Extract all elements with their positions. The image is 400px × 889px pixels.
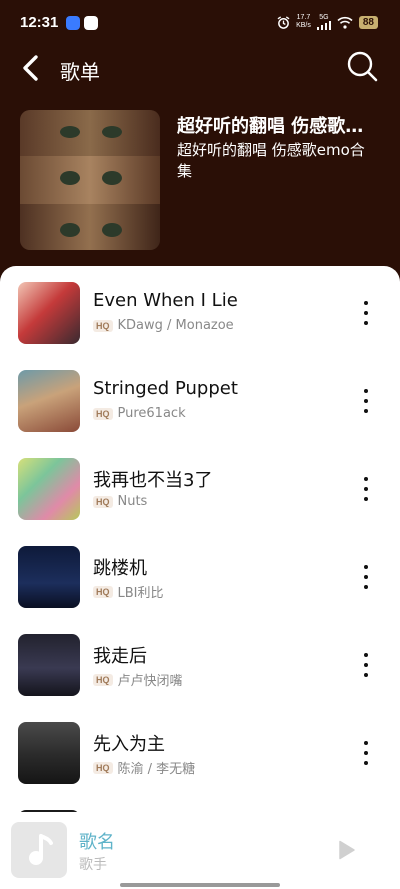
status-bar: 12:31 17.7 KB/s 5G 88 bbox=[0, 0, 400, 44]
network-type: 5G bbox=[319, 14, 329, 21]
music-note-icon bbox=[29, 834, 53, 865]
status-right: 17.7 KB/s 5G 88 bbox=[277, 14, 378, 30]
song-title: 我走后 bbox=[93, 646, 147, 667]
more-options-button[interactable] bbox=[354, 386, 378, 416]
song-row[interactable]: 跳楼机 HQ LBI利比 bbox=[0, 546, 400, 626]
song-meta: HQ Pure61ack bbox=[93, 406, 186, 421]
playlist-title: 超好听的翻唱 伤感歌… bbox=[177, 116, 364, 137]
playlist-description: 超好听的翻唱 伤感歌emo合集 bbox=[177, 141, 365, 180]
search-icon bbox=[347, 51, 378, 82]
hq-badge: HQ bbox=[93, 407, 113, 420]
song-artist: KDawg / Monazoe bbox=[117, 318, 234, 333]
search-button[interactable] bbox=[344, 48, 380, 84]
back-arrow-icon bbox=[23, 55, 38, 81]
song-artist: Pure61ack bbox=[117, 406, 186, 421]
song-artist: Nuts bbox=[117, 494, 148, 509]
header: 歌单 bbox=[0, 44, 400, 92]
wifi-icon bbox=[337, 16, 353, 29]
song-row[interactable]: 我走后 HQ 卢卢快闭嘴 bbox=[0, 634, 400, 714]
signal-icon bbox=[316, 21, 331, 30]
song-cover-art bbox=[18, 370, 80, 432]
mini-player-art bbox=[11, 822, 67, 878]
battery-indicator: 88 bbox=[358, 15, 378, 29]
mini-player[interactable]: 歌名 歌手 bbox=[0, 812, 400, 889]
song-cover-art bbox=[18, 634, 80, 696]
song-row[interactable]: 先入为主 HQ 陈渝 / 李无糖 bbox=[0, 722, 400, 802]
more-options-button[interactable] bbox=[354, 474, 378, 504]
song-artist: 卢卢快闭嘴 bbox=[117, 674, 183, 689]
hq-badge: HQ bbox=[93, 319, 113, 332]
song-title: Even When I Lie bbox=[93, 290, 238, 311]
song-artist: 陈渝 / 李无糖 bbox=[117, 762, 196, 777]
song-title: 跳楼机 bbox=[93, 558, 147, 579]
mini-player-artist: 歌手 bbox=[79, 857, 107, 873]
status-time: 12:31 bbox=[20, 14, 59, 31]
song-meta: HQ LBI利比 bbox=[93, 582, 164, 601]
more-options-button[interactable] bbox=[354, 738, 378, 768]
song-meta: HQ KDawg / Monazoe bbox=[93, 318, 234, 333]
mini-player-title: 歌名 bbox=[79, 832, 115, 853]
song-cover-art bbox=[18, 722, 80, 784]
notification-app-icon bbox=[84, 16, 98, 30]
song-title: 先入为主 bbox=[93, 734, 165, 755]
song-list: Even When I Lie HQ KDawg / Monazoe Strin… bbox=[0, 266, 400, 889]
play-icon bbox=[339, 840, 355, 860]
song-title: Stringed Puppet bbox=[93, 378, 238, 399]
song-row[interactable]: Stringed Puppet HQ Pure61ack bbox=[0, 370, 400, 450]
hq-badge: HQ bbox=[93, 495, 113, 508]
song-row[interactable]: 我再也不当3了 HQ Nuts bbox=[0, 458, 400, 538]
alarm-icon bbox=[277, 15, 290, 29]
hq-badge: HQ bbox=[93, 673, 113, 686]
song-cover-art bbox=[18, 282, 80, 344]
play-button[interactable] bbox=[334, 838, 358, 862]
song-title: 我再也不当3了 bbox=[93, 470, 213, 491]
hq-badge: HQ bbox=[93, 585, 113, 598]
cover-eyes-art bbox=[60, 126, 122, 237]
net-speed-unit: KB/s bbox=[296, 22, 311, 29]
home-indicator[interactable] bbox=[120, 883, 280, 887]
net-speed: 17.7 KB/s bbox=[296, 14, 311, 30]
song-meta: HQ 陈渝 / 李无糖 bbox=[93, 758, 195, 777]
playlist-cover[interactable] bbox=[20, 110, 160, 250]
song-cover-art bbox=[18, 546, 80, 608]
song-artist: LBI利比 bbox=[117, 586, 164, 601]
song-meta: HQ Nuts bbox=[93, 494, 147, 509]
hq-badge: HQ bbox=[93, 761, 113, 774]
back-button[interactable] bbox=[14, 50, 50, 86]
more-options-button[interactable] bbox=[354, 650, 378, 680]
more-options-button[interactable] bbox=[354, 298, 378, 328]
song-cover-art bbox=[18, 458, 80, 520]
song-meta: HQ 卢卢快闭嘴 bbox=[93, 670, 183, 689]
notification-app-icon bbox=[66, 16, 80, 30]
net-speed-value: 17.7 bbox=[296, 14, 311, 21]
song-row[interactable]: Even When I Lie HQ KDawg / Monazoe bbox=[0, 282, 400, 362]
more-options-button[interactable] bbox=[354, 562, 378, 592]
page-title: 歌单 bbox=[60, 60, 100, 84]
signal-block: 5G bbox=[316, 14, 331, 30]
